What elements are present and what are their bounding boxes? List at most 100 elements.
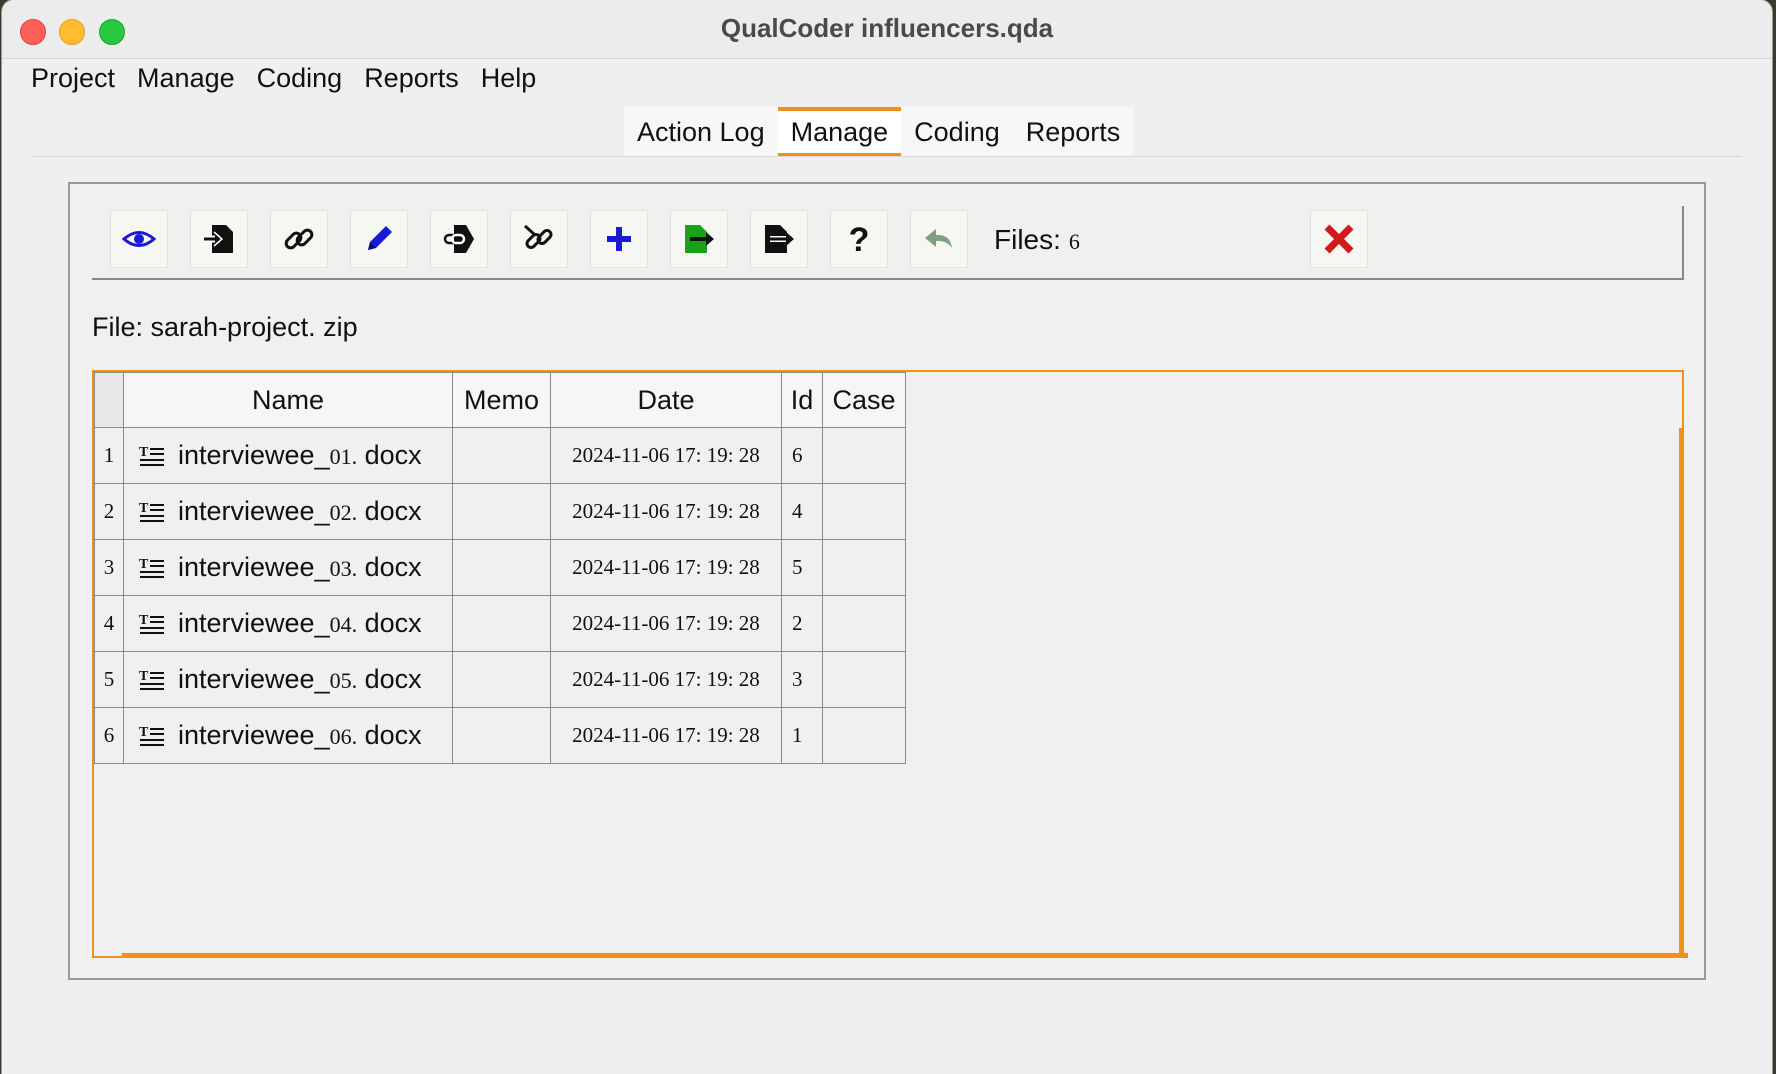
files-label-text: Files: (994, 224, 1061, 255)
row-number[interactable]: 6 (94, 707, 124, 764)
case-cell[interactable] (822, 595, 906, 652)
case-cell[interactable] (822, 539, 906, 596)
unlink-file-button[interactable] (510, 210, 568, 268)
file-name-number: 04. (329, 612, 358, 637)
link-file-button[interactable] (270, 210, 328, 268)
column-header-id[interactable]: Id (781, 372, 823, 428)
file-name-ext: docx (357, 664, 422, 694)
column-header-case[interactable]: Case (822, 372, 906, 428)
file-name-ext: docx (357, 608, 422, 638)
menu-bar: Project Manage Coding Reports Help (20, 58, 547, 98)
name-cell[interactable]: Tinterviewee_02. docx (123, 483, 453, 540)
table-corner[interactable] (94, 372, 124, 428)
menu-coding[interactable]: Coding (246, 58, 354, 98)
table-row[interactable]: 5 Tinterviewee_05. docx 2024-11-06 17: 19:… (94, 651, 906, 708)
file-name: interviewee_01. docx (178, 440, 422, 471)
file-name: interviewee_05. docx (178, 664, 422, 695)
memo-cell[interactable] (452, 483, 551, 540)
memo-cell[interactable] (452, 427, 551, 484)
svg-text:T: T (139, 725, 149, 740)
delete-file-button[interactable] (1310, 210, 1368, 268)
tab-divider (32, 156, 1742, 157)
help-icon: ? (849, 222, 870, 256)
name-cell[interactable]: Tinterviewee_06. docx (123, 707, 453, 764)
svg-text:?: ? (849, 222, 870, 256)
tab-coding[interactable]: Coding (901, 107, 1013, 157)
memo-cell[interactable] (452, 595, 551, 652)
text-document-icon: T (139, 445, 164, 466)
plus-icon (607, 227, 631, 251)
table-row[interactable]: 1 Tinterviewee_01. docx 2024-11-06 17: 19:… (94, 427, 906, 484)
export-file-button[interactable] (670, 210, 728, 268)
file-name-ext: docx (357, 496, 422, 526)
column-header-name[interactable]: Name (123, 372, 453, 428)
tab-manage[interactable]: Manage (777, 107, 902, 157)
name-cell[interactable]: Tinterviewee_05. docx (123, 651, 453, 708)
name-cell[interactable]: Tinterviewee_01. docx (123, 427, 453, 484)
date-cell[interactable]: 2024-11-06 17: 19: 28 (550, 707, 782, 764)
file-name-prefix: interviewee_ (178, 664, 330, 694)
menu-project[interactable]: Project (20, 58, 126, 98)
case-cell[interactable] (822, 427, 906, 484)
date-cell[interactable]: 2024-11-06 17: 19: 28 (550, 483, 782, 540)
file-name-number: 01. (329, 444, 358, 469)
main-tabs: Action Log Manage Coding Reports (624, 107, 1134, 157)
app-window: QualCoder influencers.qda Project Manage… (2, 0, 1772, 1074)
date-cell[interactable]: 2024-11-06 17: 19: 28 (550, 539, 782, 596)
import-file-button[interactable] (190, 210, 248, 268)
row-number[interactable]: 2 (94, 483, 124, 540)
file-name-number: 05. (329, 668, 358, 693)
table-row[interactable]: 6 Tinterviewee_06. docx 2024-11-06 17: 19:… (94, 707, 906, 764)
export-link-icon (443, 225, 474, 253)
files-count-value: 6 (1068, 229, 1080, 254)
edit-file-button[interactable] (350, 210, 408, 268)
text-document-icon: T (139, 501, 164, 522)
id-cell[interactable]: 2 (781, 595, 823, 652)
name-cell[interactable]: Tinterviewee_04. docx (123, 595, 453, 652)
memo-cell[interactable] (452, 539, 551, 596)
current-file-label: File: sarah-project. zip (92, 312, 358, 343)
memo-cell[interactable] (452, 651, 551, 708)
file-name-number: 06. (329, 724, 358, 749)
row-number[interactable]: 3 (94, 539, 124, 596)
column-header-date[interactable]: Date (550, 372, 782, 428)
id-cell[interactable]: 4 (781, 483, 823, 540)
row-number[interactable]: 1 (94, 427, 124, 484)
date-cell[interactable]: 2024-11-06 17: 19: 28 (550, 651, 782, 708)
column-header-memo[interactable]: Memo (452, 372, 551, 428)
export-linked-button[interactable] (430, 210, 488, 268)
export-document-button[interactable] (750, 210, 808, 268)
tab-reports[interactable]: Reports (1013, 107, 1134, 157)
files-table-container: Name Memo Date Id Case 1 Tinterviewee_01.… (92, 370, 1688, 958)
row-number[interactable]: 4 (94, 595, 124, 652)
id-cell[interactable]: 3 (781, 651, 823, 708)
text-document-icon: T (139, 725, 164, 746)
link-icon (284, 228, 314, 250)
row-number[interactable]: 5 (94, 651, 124, 708)
id-cell[interactable]: 6 (781, 427, 823, 484)
case-cell[interactable] (822, 483, 906, 540)
table-row[interactable]: 2 Tinterviewee_02. docx 2024-11-06 17: 19:… (94, 483, 906, 540)
case-cell[interactable] (822, 651, 906, 708)
tab-action-log[interactable]: Action Log (624, 107, 778, 157)
text-document-icon: T (139, 669, 164, 690)
files-count-label: Files: 6 (994, 224, 1080, 256)
add-file-button[interactable] (590, 210, 648, 268)
help-button[interactable]: ? (830, 210, 888, 268)
menu-manage[interactable]: Manage (126, 58, 246, 98)
id-cell[interactable]: 5 (781, 539, 823, 596)
id-cell[interactable]: 1 (781, 707, 823, 764)
title-bar: QualCoder influencers.qda (2, 0, 1772, 59)
date-cell[interactable]: 2024-11-06 17: 19: 28 (550, 427, 782, 484)
undo-button[interactable] (910, 210, 968, 268)
memo-cell[interactable] (452, 707, 551, 764)
date-cell[interactable]: 2024-11-06 17: 19: 28 (550, 595, 782, 652)
view-button[interactable] (110, 210, 168, 268)
svg-text:T: T (139, 445, 149, 460)
menu-reports[interactable]: Reports (353, 58, 470, 98)
table-row[interactable]: 4 Tinterviewee_04. docx 2024-11-06 17: 19:… (94, 595, 906, 652)
case-cell[interactable] (822, 707, 906, 764)
name-cell[interactable]: Tinterviewee_03. docx (123, 539, 453, 596)
table-row[interactable]: 3 Tinterviewee_03. docx 2024-11-06 17: 19:… (94, 539, 906, 596)
menu-help[interactable]: Help (470, 58, 548, 98)
